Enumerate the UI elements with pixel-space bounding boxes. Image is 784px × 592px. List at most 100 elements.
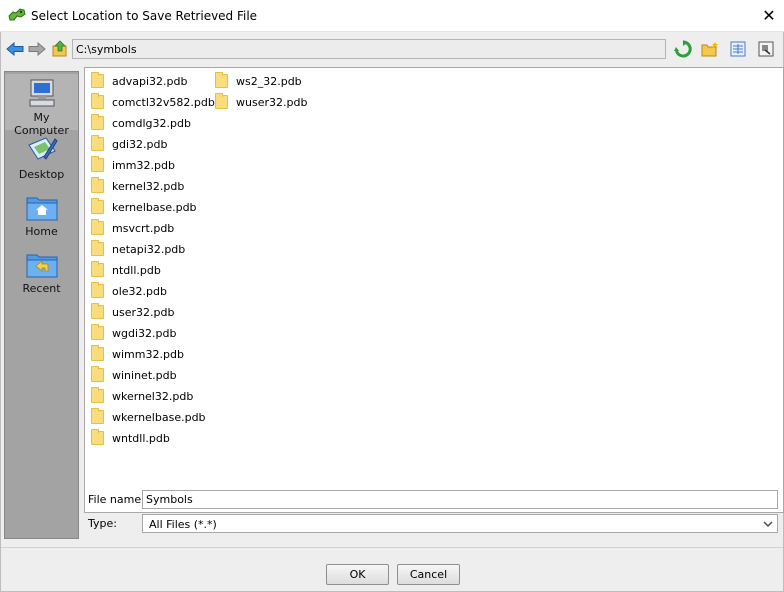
file-name: wntdll.pdb <box>112 431 170 445</box>
list-item[interactable]: wkernel32.pdb <box>91 386 193 406</box>
file-name: netapi32.pdb <box>112 242 186 256</box>
place-recent[interactable]: Recent <box>5 245 78 301</box>
place-label: Recent <box>22 282 61 295</box>
file-list[interactable]: advapi32.pdb comctl32v582.pdb comdlg32.p… <box>84 67 784 513</box>
list-view-icon <box>730 41 746 57</box>
list-item[interactable]: wimm32.pdb <box>91 344 184 364</box>
list-item[interactable]: ntdll.pdb <box>91 260 161 280</box>
file-name: comdlg32.pdb <box>112 116 191 130</box>
folder-icon <box>91 345 104 361</box>
file-name-label: File name: <box>88 493 145 506</box>
desktop-icon <box>27 137 58 160</box>
list-item[interactable]: ws2_32.pdb <box>215 71 302 91</box>
place-desktop[interactable]: Desktop <box>5 131 78 187</box>
folder-icon <box>91 72 104 88</box>
file-name: wimm32.pdb <box>112 347 184 361</box>
file-name: wgdi32.pdb <box>112 326 177 340</box>
list-item[interactable]: comctl32v582.pdb <box>91 92 215 112</box>
folder-icon <box>91 198 104 214</box>
list-item[interactable]: ole32.pdb <box>91 281 167 301</box>
refresh-icon <box>674 40 692 58</box>
file-name: wininet.pdb <box>112 368 177 382</box>
list-item[interactable]: wuser32.pdb <box>215 92 307 112</box>
file-name: wuser32.pdb <box>236 95 308 109</box>
details-view-icon <box>758 41 774 57</box>
folder-icon <box>91 429 104 445</box>
list-item[interactable]: user32.pdb <box>91 302 174 322</box>
type-label: Type: <box>88 517 117 530</box>
file-name-input[interactable] <box>142 490 778 509</box>
list-item[interactable]: wkernelbase.pdb <box>91 407 206 427</box>
app-logo-icon <box>8 8 26 21</box>
recent-icon <box>26 254 57 278</box>
folder-icon <box>215 72 228 88</box>
new-folder-button[interactable] <box>700 39 720 59</box>
type-value: All Files (*.*) <box>149 518 217 531</box>
folder-icon <box>91 303 104 319</box>
folder-icon <box>91 324 104 340</box>
file-name: wkernelbase.pdb <box>112 410 206 424</box>
file-name: kernel32.pdb <box>112 179 185 193</box>
forward-arrow-icon <box>28 42 46 56</box>
file-name: msvcrt.pdb <box>112 221 175 235</box>
list-view-button[interactable] <box>728 39 748 59</box>
file-name: comctl32v582.pdb <box>112 95 215 109</box>
file-name: imm32.pdb <box>112 158 175 172</box>
file-name: user32.pdb <box>112 305 175 319</box>
file-name: ole32.pdb <box>112 284 167 298</box>
details-view-button[interactable] <box>756 39 776 59</box>
file-name: gdi32.pdb <box>112 137 168 151</box>
ok-button[interactable]: OK <box>326 564 389 585</box>
back-arrow-icon <box>6 42 24 56</box>
list-item[interactable]: wntdll.pdb <box>91 428 170 448</box>
window-title: Select Location to Save Retrieved File <box>31 9 258 23</box>
file-name: advapi32.pdb <box>112 74 188 88</box>
list-item[interactable]: gdi32.pdb <box>91 134 167 154</box>
list-item[interactable]: advapi32.pdb <box>91 71 187 91</box>
file-name: wkernel32.pdb <box>112 389 194 403</box>
up-folder-icon <box>52 40 67 57</box>
path-input[interactable]: C:\symbols <box>72 39 666 59</box>
folder-icon <box>91 282 104 298</box>
folder-icon <box>215 93 228 109</box>
folder-icon <box>91 114 104 130</box>
place-my-computer[interactable]: My Computer <box>5 74 78 137</box>
list-item[interactable]: netapi32.pdb <box>91 239 185 259</box>
folder-icon <box>91 408 104 424</box>
type-select[interactable]: All Files (*.*) <box>142 514 778 533</box>
place-label: Home <box>25 225 58 238</box>
list-item[interactable]: kernelbase.pdb <box>91 197 197 217</box>
list-item[interactable]: kernel32.pdb <box>91 176 184 196</box>
folder-icon <box>91 366 104 382</box>
folder-icon <box>91 93 104 109</box>
title-bar: Select Location to Save Retrieved File ✕ <box>0 0 784 32</box>
cancel-button[interactable]: Cancel <box>397 564 460 585</box>
list-item[interactable]: wgdi32.pdb <box>91 323 176 343</box>
folder-icon <box>91 135 104 151</box>
place-home[interactable]: Home <box>5 188 78 244</box>
back-button[interactable] <box>5 39 25 59</box>
folder-icon <box>91 387 104 403</box>
list-item[interactable]: wininet.pdb <box>91 365 177 385</box>
file-name: ws2_32.pdb <box>236 74 302 88</box>
new-folder-icon <box>701 42 718 57</box>
home-icon <box>26 197 57 221</box>
file-name: kernelbase.pdb <box>112 200 197 214</box>
refresh-button[interactable] <box>673 39 693 59</box>
forward-button[interactable] <box>27 39 47 59</box>
close-button[interactable]: ✕ <box>754 0 784 30</box>
up-folder-button[interactable] <box>50 39 70 59</box>
file-name: ntdll.pdb <box>112 263 161 277</box>
folder-icon <box>91 240 104 256</box>
separator <box>1 547 783 548</box>
dialog-body: C:\symbols My Computer Desktop Home Rece… <box>0 32 784 592</box>
list-item[interactable]: msvcrt.pdb <box>91 218 174 238</box>
places-sidebar: My Computer Desktop Home Recent <box>4 71 79 539</box>
list-item[interactable]: imm32.pdb <box>91 155 175 175</box>
folder-icon <box>91 261 104 277</box>
close-icon: ✕ <box>762 5 776 25</box>
list-item[interactable]: comdlg32.pdb <box>91 113 191 133</box>
place-label: Desktop <box>18 168 65 181</box>
folder-icon <box>91 156 104 172</box>
chevron-down-icon <box>763 521 773 527</box>
